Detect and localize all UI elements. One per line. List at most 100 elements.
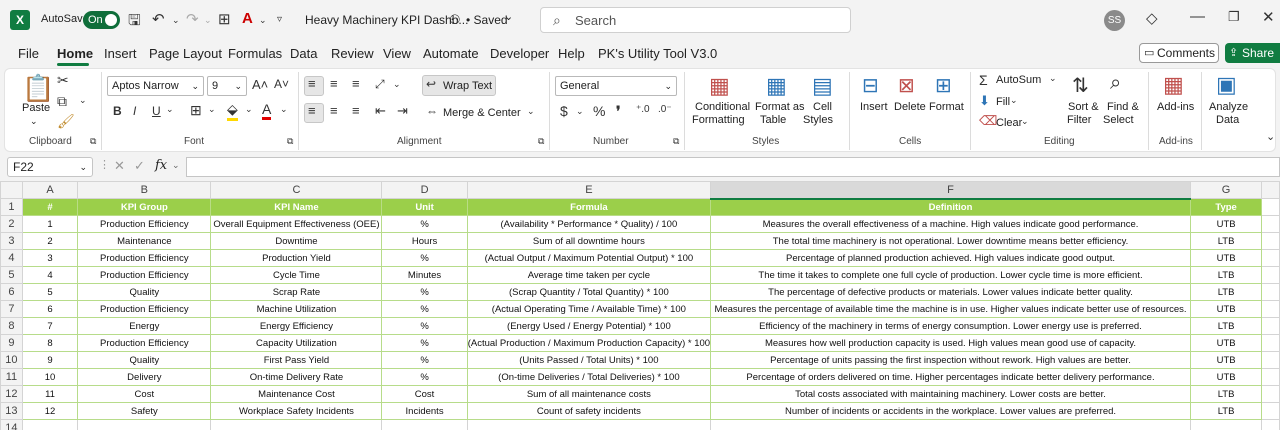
empty-cell[interactable] bbox=[1261, 266, 1280, 284]
borders-dropdown-icon[interactable]: ⌄ bbox=[208, 104, 216, 115]
cut-icon[interactable]: ✂ bbox=[57, 72, 69, 89]
more-options-icon[interactable]: ⋮ bbox=[99, 158, 110, 171]
table-cell[interactable]: 3 bbox=[21, 249, 79, 267]
format-cells-icon[interactable]: ⊞ bbox=[935, 73, 952, 98]
empty-cell[interactable] bbox=[710, 419, 1191, 430]
menu-developer[interactable]: Developer bbox=[490, 46, 549, 61]
empty-cell[interactable] bbox=[1261, 283, 1280, 301]
restore-icon[interactable]: ❐ bbox=[1228, 9, 1240, 25]
format-painter-icon[interactable]: 🖌 bbox=[57, 113, 75, 130]
insert-cells-label[interactable]: Insert bbox=[860, 101, 888, 113]
table-cell[interactable]: Production Efficiency bbox=[77, 300, 212, 318]
merge-center-icon[interactable]: ⇔ bbox=[426, 104, 438, 118]
currency-icon[interactable]: $ bbox=[560, 103, 568, 119]
table-cell[interactable]: (Actual Output / Maximum Potential Outpu… bbox=[466, 249, 712, 267]
format-cells-label[interactable]: Format bbox=[929, 101, 964, 113]
empty-cell[interactable] bbox=[1261, 368, 1280, 386]
table-cell[interactable]: Incidents bbox=[381, 402, 468, 420]
empty-cell[interactable] bbox=[1261, 334, 1280, 352]
ribbon-collapse-icon[interactable]: ⌄ bbox=[1266, 130, 1275, 143]
copy-icon[interactable]: ⧉ bbox=[57, 93, 67, 110]
table-cell[interactable]: (Units Passed / Total Units) * 100 bbox=[466, 351, 712, 369]
conditional-formatting-icon[interactable]: ▦ bbox=[709, 73, 730, 99]
redo-icon[interactable]: ↷ bbox=[186, 10, 199, 28]
menu-file[interactable]: File bbox=[18, 46, 39, 61]
file-name[interactable]: Heavy Machinery KPI Dashb... bbox=[305, 13, 468, 27]
table-cell[interactable]: LTB bbox=[1189, 402, 1263, 420]
table-cell[interactable]: 1 bbox=[21, 215, 79, 233]
table-cell[interactable]: UTB bbox=[1189, 334, 1263, 352]
table-cell[interactable]: % bbox=[381, 215, 468, 233]
align-bottom-icon[interactable]: ≡ bbox=[352, 76, 360, 91]
confirm-entry-icon[interactable]: ✓ bbox=[134, 158, 145, 174]
number-launcher-icon[interactable]: ⧉ bbox=[673, 136, 679, 147]
column-header[interactable]: F bbox=[710, 181, 1191, 200]
table-cell[interactable]: 9 bbox=[21, 351, 79, 369]
table-cell[interactable]: Count of safety incidents bbox=[466, 402, 712, 420]
table-cell[interactable]: Cost bbox=[77, 385, 212, 403]
analyze-data-icon[interactable]: ▣ bbox=[1216, 72, 1237, 98]
table-header-cell[interactable]: KPI Group bbox=[77, 198, 212, 216]
font-color-icon[interactable]: A bbox=[242, 10, 253, 27]
percent-icon[interactable]: % bbox=[593, 103, 605, 119]
table-cell[interactable]: Cost bbox=[381, 385, 468, 403]
table-cell[interactable]: 11 bbox=[21, 385, 79, 403]
merge-dropdown-icon[interactable]: ⌄ bbox=[527, 106, 535, 117]
table-cell[interactable]: 10 bbox=[21, 368, 79, 386]
table-cell[interactable]: Quality bbox=[77, 351, 212, 369]
delete-cells-icon[interactable]: ⊠ bbox=[898, 73, 915, 98]
table-cell[interactable]: Production Efficiency bbox=[77, 215, 212, 233]
table-cell[interactable]: Percentage of planned production achieve… bbox=[710, 249, 1191, 267]
search-box[interactable]: ⌕ Search bbox=[540, 7, 851, 33]
empty-cell[interactable] bbox=[210, 419, 383, 430]
column-header[interactable]: G bbox=[1189, 181, 1263, 199]
table-cell[interactable]: UTB bbox=[1189, 351, 1263, 369]
align-middle-icon[interactable]: ≡ bbox=[330, 76, 338, 91]
table-cell[interactable]: 12 bbox=[21, 402, 79, 420]
menu-home[interactable]: Home bbox=[57, 46, 93, 61]
table-cell[interactable]: The time it takes to complete one full c… bbox=[710, 266, 1191, 284]
font-color-dropdown-icon[interactable]: ⌄ bbox=[259, 15, 267, 26]
table-cell[interactable]: 8 bbox=[21, 334, 79, 352]
saved-status[interactable]: • Saved bbox=[466, 13, 508, 27]
font-name-combo[interactable]: Aptos Narrow ⌄ bbox=[107, 76, 204, 96]
column-header[interactable]: D bbox=[381, 181, 468, 199]
empty-cell[interactable] bbox=[1261, 215, 1280, 233]
row-header[interactable]: 7 bbox=[0, 300, 23, 318]
italic-icon[interactable]: I bbox=[133, 104, 136, 118]
table-cell[interactable]: Production Efficiency bbox=[77, 266, 212, 284]
increase-indent-icon[interactable]: ⇥ bbox=[397, 103, 408, 119]
table-cell[interactable]: Scrap Rate bbox=[210, 283, 383, 301]
table-cell[interactable]: LTB bbox=[1189, 385, 1263, 403]
table-cell[interactable]: (Availability * Performance * Quality) /… bbox=[466, 215, 712, 233]
currency-dropdown-icon[interactable]: ⌄ bbox=[576, 106, 584, 117]
increase-decimal-icon[interactable]: ⁺.0 bbox=[636, 104, 650, 115]
table-cell[interactable]: (On-time Deliveries / Total Deliveries) … bbox=[466, 368, 712, 386]
analyze-data-label-2[interactable]: Data bbox=[1216, 114, 1239, 126]
table-cell[interactable]: Delivery bbox=[77, 368, 212, 386]
table-cell[interactable]: LTB bbox=[1189, 266, 1263, 284]
row-header[interactable]: 12 bbox=[0, 385, 23, 403]
table-cell[interactable]: 2 bbox=[21, 232, 79, 250]
align-center-icon[interactable]: ≡ bbox=[330, 103, 338, 118]
borders-icon[interactable]: ⊞ bbox=[190, 102, 202, 119]
column-header-empty[interactable] bbox=[1261, 181, 1280, 199]
orientation-dropdown-icon[interactable]: ⌄ bbox=[393, 79, 401, 90]
table-cell[interactable]: % bbox=[381, 300, 468, 318]
underline-icon[interactable]: U bbox=[152, 104, 161, 118]
format-as-table-icon[interactable]: ▦ bbox=[766, 73, 787, 99]
row-header[interactable]: 3 bbox=[0, 232, 23, 250]
cancel-entry-icon[interactable]: ✕ bbox=[114, 158, 125, 174]
insert-function-icon[interactable]: fx bbox=[155, 158, 167, 173]
table-cell[interactable]: Efficiency of the machinery in terms of … bbox=[710, 317, 1191, 335]
table-cell[interactable]: 6 bbox=[21, 300, 79, 318]
decrease-indent-icon[interactable]: ⇤ bbox=[375, 103, 386, 119]
table-cell[interactable]: Maintenance bbox=[77, 232, 212, 250]
table-cell[interactable]: Minutes bbox=[381, 266, 468, 284]
analyze-data-label-1[interactable]: Analyze bbox=[1209, 101, 1248, 113]
table-cell[interactable]: Total costs associated with maintaining … bbox=[710, 385, 1191, 403]
row-header[interactable]: 11 bbox=[0, 368, 23, 386]
table-cell[interactable]: Capacity Utilization bbox=[210, 334, 383, 352]
align-right-icon[interactable]: ≡ bbox=[352, 103, 360, 118]
table-cell[interactable]: 4 bbox=[21, 266, 79, 284]
